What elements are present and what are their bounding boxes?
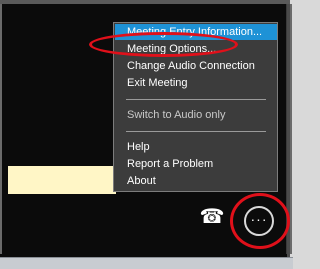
menu-item-meeting-entry-information[interactable]: Meeting Entry Information... [115,24,277,40]
highlight-strip [8,166,116,194]
phone-icon[interactable]: ☎ [199,206,225,228]
menu-item-switch-to-audio-only: Switch to Audio only [127,109,226,121]
menu-item-change-audio-connection[interactable]: Change Audio Connection [115,58,277,74]
menu-item-about[interactable]: About [115,173,277,189]
more-options-icon[interactable]: ··· [244,206,274,236]
more-options-menu: Meeting Entry Information... Meeting Opt… [113,22,278,192]
menu-item-meeting-options[interactable]: Meeting Options... [115,41,277,57]
menu-item-exit-meeting[interactable]: Exit Meeting [115,75,277,91]
menu-item-help[interactable]: Help [115,139,277,155]
bottom-taskbar [0,257,293,269]
menu-item-report-a-problem[interactable]: Report a Problem [115,156,277,172]
menu-separator [126,99,266,100]
menu-separator [126,131,266,132]
panel-divider [286,4,287,254]
